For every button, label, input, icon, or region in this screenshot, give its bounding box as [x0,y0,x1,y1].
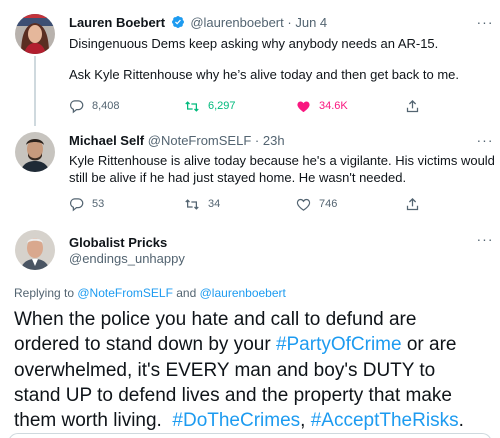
retweet-icon [185,100,199,112]
reply-count: 8,408 [92,100,120,112]
retweet-count: 34 [208,198,221,210]
tweet-text-line: When the police you hate and call to def… [14,309,417,330]
tweet-text-line: Disingenuous Dems keep asking why anybod… [69,36,439,51]
author-name[interactable]: Lauren Boebert [69,15,165,30]
tweet-actions: 53 34 746 [69,195,489,213]
replying-to-label: Replying to [14,286,78,300]
reply-count: 53 [92,198,105,210]
tweet-michael-self[interactable]: Michael Self @NoteFromSELF · 23h ··· Kyl… [0,128,500,223]
retweet-icon [185,198,199,210]
tweet-actions: 8,408 6,297 34.6K [69,97,489,115]
more-icon[interactable]: ··· [476,232,494,247]
more-icon[interactable]: ··· [476,15,494,30]
tweet-text-line: Kyle Rittenhouse is alive today because … [69,153,495,168]
like-icon [296,198,311,211]
separator-dot: · [254,133,260,148]
focused-tweet-text: When the police you hate and call to def… [14,307,494,433]
more-icon[interactable]: ··· [476,133,494,148]
share-button[interactable] [405,97,428,115]
tweet-text-line: stand UP to defend lives and the propert… [14,384,452,406]
tweet-text-line: ordered to stand down by your #PartyOfCr… [14,332,494,357]
hashtag-link[interactable]: #PartyOfCrime [276,334,402,355]
tweet-text: Disingenuous Dems keep asking why anybod… [69,35,459,83]
retweet-button[interactable]: 34 [184,195,220,213]
tweet-header: Lauren Boebert @laurenboebert · Jun 4 [69,15,327,33]
like-count: 746 [319,198,338,210]
tweet-text-line: Ask Kyle Rittenhouse why he’s alive toda… [69,67,459,82]
text-segment: them worth living. [14,410,173,432]
tweet-text-line: overwhelmed, it's EVERY man and boy's DU… [14,359,436,381]
tweet-timestamp[interactable]: Jun 4 [295,15,327,30]
avatar-image [15,14,55,54]
retweet-count: 6,297 [208,100,236,112]
mention-link[interactable]: @laurenboebert [200,286,286,300]
reply-button[interactable]: 8,408 [69,97,120,115]
separator-dot: · [287,15,292,30]
like-icon [297,101,310,112]
like-button[interactable]: 746 [296,195,337,213]
replying-to-line: Replying to @NoteFromSELF and @laurenboe… [14,286,286,301]
text-segment: . [458,410,464,432]
tweet-text-line: still be alive if he had just stayed hom… [69,170,407,185]
text-segment: or are [401,334,457,356]
thread-connector-line [34,56,36,126]
embedded-card-edge [8,433,492,438]
hashtag-link[interactable]: #DoTheCrimes [172,410,300,431]
share-button[interactable] [405,195,428,213]
tweet-text: Kyle Rittenhouse is alive today because … [69,152,495,186]
share-icon [406,99,419,112]
reply-icon [69,99,84,113]
text-segment: , [300,410,311,432]
avatar-michael-self[interactable] [15,132,55,172]
like-count: 34.6K [319,100,348,112]
avatar-lauren-boebert[interactable] [15,14,55,54]
replying-and-label: and [172,286,200,300]
author-handle[interactable]: @NoteFromSELF [148,133,252,148]
author-handle[interactable]: @laurenboebert [190,15,283,30]
verified-badge-icon [171,15,185,33]
tweet-lauren-boebert[interactable]: Lauren Boebert @laurenboebert · Jun 4 ··… [0,0,500,128]
tweet-header: Michael Self @NoteFromSELF · 23h [69,133,285,149]
avatar-image [15,132,55,172]
retweet-button[interactable]: 6,297 [184,97,236,115]
like-button[interactable]: 34.6K [296,97,348,115]
tweet-text-line: them worth living. #DoTheCrimes, #Accept… [14,408,494,433]
reply-icon [69,197,84,211]
avatar-image [15,230,55,270]
mention-link[interactable]: @NoteFromSELF [77,286,173,300]
text-segment: ordered to stand down by your [14,334,276,356]
author-name[interactable]: Michael Self [69,133,144,148]
reply-button[interactable]: 53 [69,195,104,213]
hashtag-link[interactable]: #AcceptTheRisks [311,410,459,431]
share-icon [406,197,419,210]
author-handle[interactable]: @endings_unhappy [69,251,185,267]
tweet-timestamp[interactable]: 23h [263,133,285,148]
author-name[interactable]: Globalist Pricks [69,235,167,251]
avatar-globalist-pricks[interactable] [15,230,55,270]
